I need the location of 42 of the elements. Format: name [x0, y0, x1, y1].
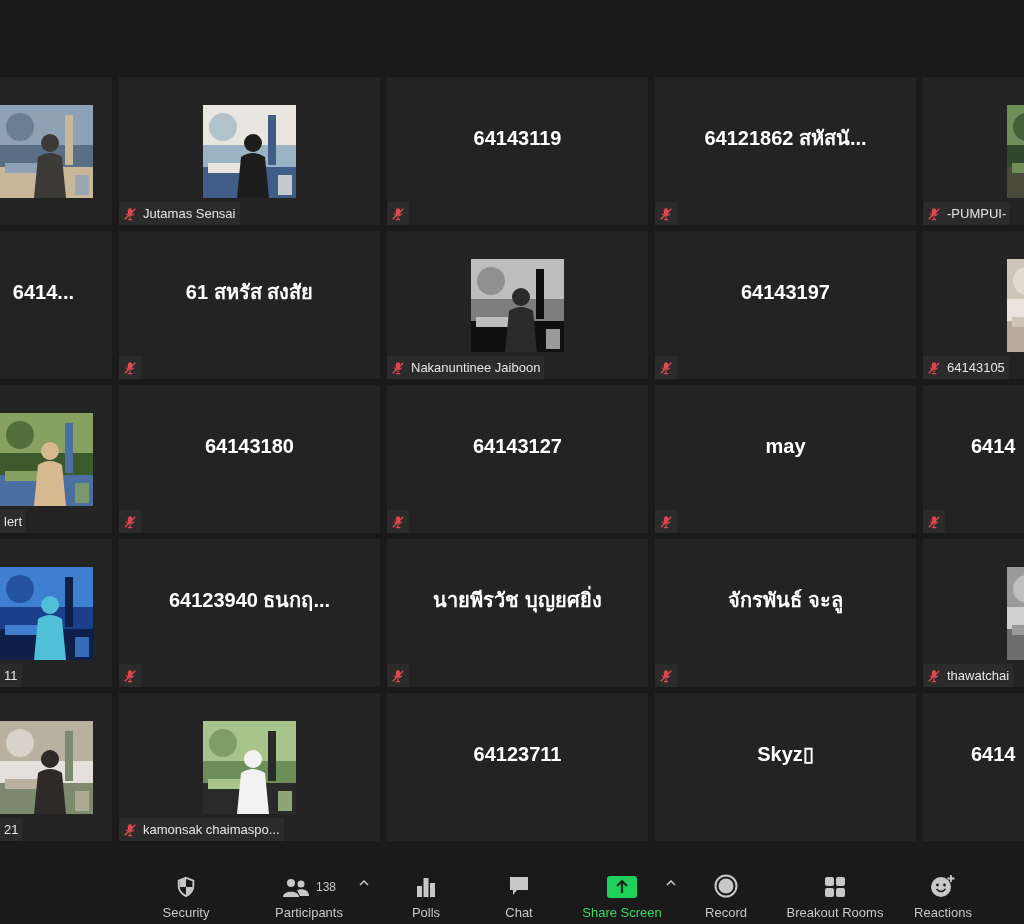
polls-button[interactable]: Polls: [396, 858, 456, 924]
participant-label: Nakanuntinee Jaiboon: [411, 358, 541, 377]
participant-label: thawatchai: [947, 666, 1010, 685]
participant-count: 138: [316, 878, 336, 896]
participant-name: Skyz▯: [757, 741, 814, 767]
participant-label: 64143105: [947, 358, 1005, 377]
participant-label: -PUMPUI-: [947, 204, 1007, 223]
people-icon: [282, 877, 310, 898]
share-screen-icon: [607, 875, 637, 898]
participant-name: จักรพันธ์ จะลู: [728, 584, 843, 615]
participant-name: 61 สหรัส สงสัย: [185, 279, 314, 305]
record-button[interactable]: Record: [696, 858, 756, 924]
participant-name: 64121862 สหัสนั...: [704, 125, 867, 151]
participant-name: 64143127: [473, 433, 562, 459]
participant-label: 21: [4, 820, 19, 839]
participant-name: 64143197: [741, 279, 830, 305]
participant-label: Jutamas Sensai: [143, 204, 236, 223]
record-icon: [714, 873, 738, 898]
bar-chart-icon: [415, 875, 437, 898]
reactions-button[interactable]: Reactions: [908, 858, 978, 924]
shield-icon: [175, 875, 197, 898]
participant-name: 6414: [971, 433, 1016, 459]
security-button[interactable]: Security: [150, 858, 222, 924]
participant-label: 11: [4, 666, 18, 685]
participant-name: 64123940 ธนกฤ...: [168, 587, 331, 613]
share-button[interactable]: Share Screen: [578, 858, 666, 924]
grid-icon: [824, 875, 846, 898]
participant-name: may: [765, 433, 806, 459]
participants-button[interactable]: 138 Participants: [259, 858, 359, 924]
participant-name: 6414: [971, 741, 1016, 767]
caret-icon[interactable]: [666, 880, 676, 886]
participant-label: lert: [4, 512, 23, 531]
caret-icon[interactable]: [359, 880, 369, 886]
smiley-plus-icon: [930, 873, 956, 898]
participant-name: 64143119: [473, 125, 562, 151]
chat-button[interactable]: Chat: [489, 858, 549, 924]
participant-label: kamonsak chaimaspo...: [143, 820, 280, 839]
participant-name: 6414...: [12, 279, 74, 305]
participant-name: 64143180: [205, 433, 294, 459]
participant-name: นายพีรวัช บุญยศยิ่ง: [433, 585, 602, 615]
participant-name: 64123711: [473, 741, 562, 767]
breakout-button[interactable]: Breakout Rooms: [780, 858, 890, 924]
